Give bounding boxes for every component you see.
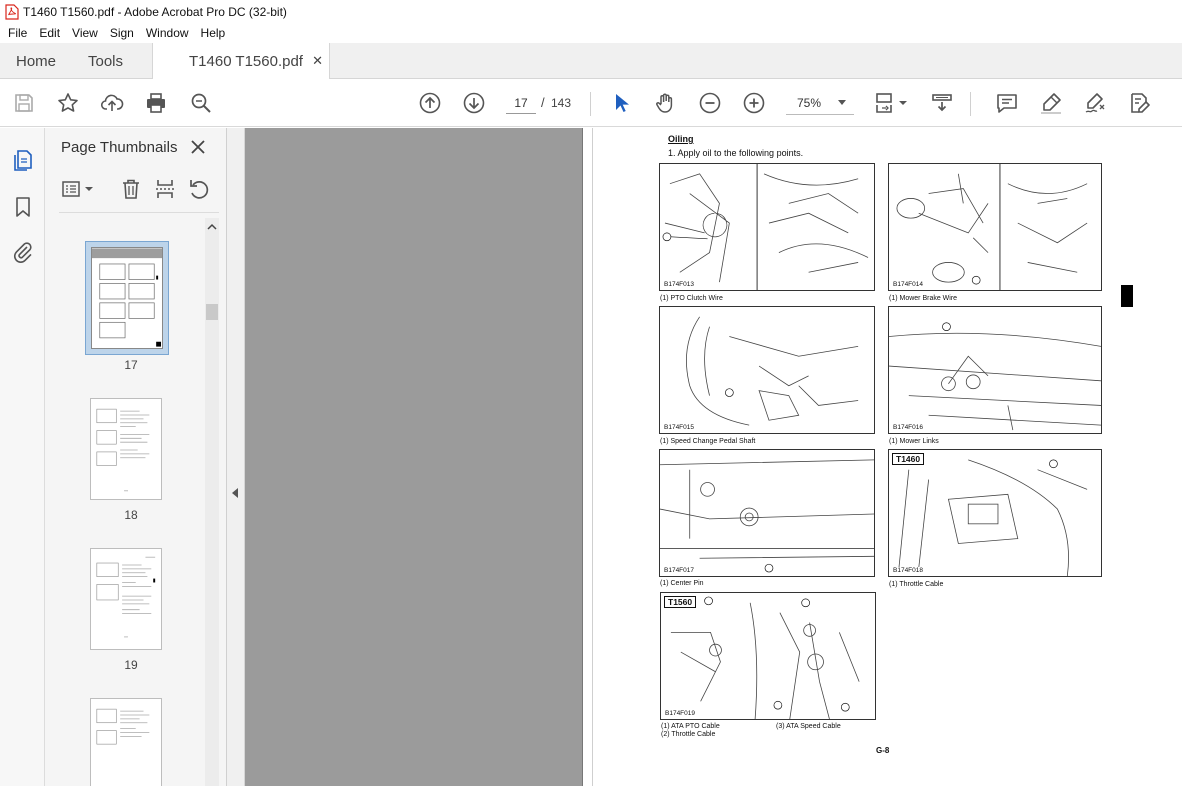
comment-icon[interactable]	[995, 91, 1019, 115]
page-number: G-8	[876, 746, 890, 755]
tab-bar: Home Tools T1460 T1560.pdf ✕	[0, 43, 1182, 79]
figure-caption: (1) Mower Brake Wire	[889, 295, 958, 302]
menu-bar: File Edit View Sign Window Help	[0, 23, 1182, 43]
figure-caption: (1) Throttle Cable	[889, 581, 944, 588]
scroll-up-icon[interactable]	[205, 220, 219, 234]
figure-code: B174F017	[663, 567, 695, 574]
page-separator: /	[541, 95, 545, 110]
navigation-rail	[0, 128, 45, 786]
chevron-down-icon	[838, 100, 846, 105]
figure-mower-brake-wire: B174F014	[888, 163, 1102, 291]
thumbnail-label: 19	[124, 658, 138, 672]
highlight-icon[interactable]	[1039, 91, 1063, 115]
figure-code: B174F018	[892, 567, 924, 574]
figure-pto-clutch-wire: B174F013	[659, 163, 875, 291]
page-edge-line	[592, 128, 593, 786]
figure-center-pin: B174F017	[659, 449, 875, 577]
scrollbar-thumb[interactable]	[206, 304, 218, 320]
document-viewport[interactable]: Oiling 1. Apply oil to the following poi…	[245, 128, 1182, 786]
close-icon[interactable]	[187, 136, 209, 158]
section-title: Oiling	[668, 134, 694, 144]
figure-code: B174F015	[663, 424, 695, 431]
print-icon[interactable]	[144, 91, 168, 115]
thumbnail-options-icon[interactable]	[60, 177, 96, 201]
figure-code: B174F014	[892, 281, 924, 288]
star-icon[interactable]	[56, 91, 80, 115]
thumbnail-page-20[interactable]	[90, 698, 162, 786]
figure-caption: (1) ATA PTO Cable	[661, 723, 720, 730]
figure-caption: (3) ATA Speed Cable	[776, 723, 841, 730]
total-pages: 143	[551, 96, 572, 110]
zoom-value: 75%	[797, 95, 822, 110]
menu-window[interactable]: Window	[140, 26, 195, 40]
panel-divider	[59, 212, 219, 213]
pdf-file-icon	[5, 3, 19, 20]
menu-sign[interactable]: Sign	[104, 26, 140, 40]
thumbnail-label: 17	[124, 358, 138, 372]
figure-caption: (1) Speed Change Pedal Shaft	[660, 438, 756, 445]
tab-home[interactable]: Home	[16, 43, 56, 79]
delete-icon[interactable]	[119, 177, 143, 201]
tab-document-label: T1460 T1560.pdf	[189, 52, 303, 70]
panel-collapse-handle[interactable]	[227, 128, 245, 786]
figure-code: B174F016	[892, 424, 924, 431]
margin-tab-mark	[1121, 285, 1133, 307]
zoom-search-icon[interactable]	[189, 91, 213, 115]
collapse-arrow-icon	[232, 488, 238, 498]
title-bar: T1460 T1560.pdf - Adobe Acrobat Pro DC (…	[0, 0, 1182, 23]
toolbar-divider	[970, 92, 971, 116]
thumbnail-page-18[interactable]	[90, 398, 162, 500]
model-label: T1460	[892, 453, 925, 465]
scroll-mode-icon[interactable]	[930, 91, 954, 115]
page-thumbnails-icon[interactable]	[11, 148, 35, 172]
bookmark-icon[interactable]	[11, 195, 35, 219]
model-label: T1560	[664, 596, 697, 608]
attachment-icon[interactable]	[11, 240, 35, 264]
thumbnail-list: 17 18 19	[45, 218, 205, 786]
menu-file[interactable]: File	[2, 26, 33, 40]
page-down-icon[interactable]	[462, 91, 486, 115]
page-number-input[interactable]	[506, 92, 536, 114]
zoom-dropdown[interactable]: 75%	[786, 91, 854, 115]
figure-code: B174F013	[663, 281, 695, 288]
upload-icon[interactable]	[100, 91, 124, 115]
page-layout-icon[interactable]	[874, 91, 910, 115]
figure-speed-change-pedal-shaft: B174F015	[659, 306, 875, 434]
figure-caption: (2) Throttle Cable	[661, 731, 716, 738]
menu-help[interactable]: Help	[195, 26, 232, 40]
thumbnail-label: 18	[124, 508, 138, 522]
instruction-text: 1. Apply oil to the following points.	[668, 148, 804, 158]
sign-icon[interactable]	[1083, 91, 1107, 115]
zoom-in-icon[interactable]	[742, 91, 766, 115]
edit-pdf-icon[interactable]	[1127, 91, 1151, 115]
figure-cables-t1560: T1560 B174F019	[660, 592, 876, 720]
figure-caption: (1) PTO Clutch Wire	[660, 295, 723, 302]
save-icon[interactable]	[12, 91, 36, 115]
toolbar-divider	[590, 92, 591, 116]
panel-title: Page Thumbnails	[61, 139, 178, 156]
figure-code: B174F019	[664, 710, 696, 717]
page-up-icon[interactable]	[418, 91, 442, 115]
rotate-icon[interactable]	[187, 177, 211, 201]
menu-view[interactable]: View	[66, 26, 104, 40]
select-arrow-icon[interactable]	[609, 91, 633, 115]
thumbnails-panel: Page Thumbnails 17 18 19	[45, 128, 227, 786]
figure-throttle-cable-t1460: T1460 B174F018	[888, 449, 1102, 577]
figure-caption: (1) Mower Links	[889, 438, 939, 445]
tab-tools[interactable]: Tools	[88, 43, 123, 79]
close-tab-icon[interactable]: ✕	[312, 53, 323, 69]
hand-icon[interactable]	[653, 91, 677, 115]
extract-pages-icon[interactable]	[153, 177, 177, 201]
figure-caption: (1) Center Pin	[660, 580, 704, 587]
figure-mower-links: B174F016	[888, 306, 1102, 434]
pdf-page: Oiling 1. Apply oil to the following poi…	[582, 128, 1182, 786]
zoom-out-icon[interactable]	[698, 91, 722, 115]
thumbnail-page-17[interactable]	[85, 241, 169, 355]
thumbnail-toolbar	[45, 175, 227, 205]
tab-document[interactable]: T1460 T1560.pdf ✕	[152, 43, 330, 79]
main-toolbar: / 143 75%	[0, 80, 1182, 127]
thumbnail-page-19[interactable]	[90, 548, 162, 650]
window-title: T1460 T1560.pdf - Adobe Acrobat Pro DC (…	[23, 4, 287, 19]
menu-edit[interactable]: Edit	[33, 26, 66, 40]
